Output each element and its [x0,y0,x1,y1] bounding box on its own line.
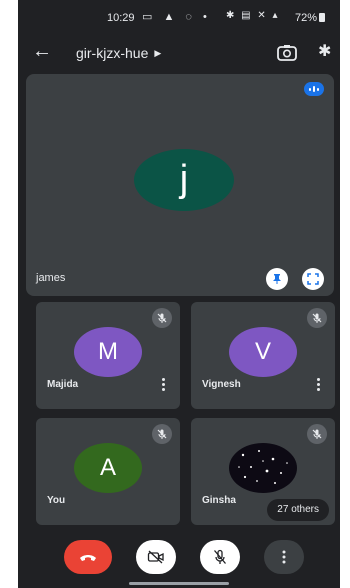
participant-avatar: V [229,327,297,377]
participant-tile-vignesh[interactable]: V Vignesh [191,302,335,409]
end-call-button[interactable] [64,540,112,574]
participant-tile-majida[interactable]: M Majida [36,302,180,409]
meeting-code-button[interactable]: gir-kjzx-hue ▶ [76,45,161,61]
participant-photo [229,443,297,493]
caret-right-icon: ▶ [154,48,162,58]
participant-name: Majida [47,379,79,390]
top-app-bar: ← gir-kjzx-hue ▶ ✱ [18,36,340,72]
status-time: 10:29 [107,12,135,24]
main-avatar: j [134,149,234,211]
fullscreen-icon [307,273,319,285]
fullscreen-button[interactable] [302,268,324,290]
participant-name: You [47,495,66,506]
more-vert-icon[interactable] [158,377,168,391]
camera-switch-icon[interactable] [276,42,298,64]
audio-level-icon [304,82,324,96]
participant-tile-others[interactable]: Ginsha 27 others [191,418,335,525]
participant-avatar: M [74,327,142,377]
mic-muted-icon [307,308,327,328]
system-icons: ✱ ▤ ✕ ▴ [226,10,280,21]
home-indicator [129,582,229,585]
camera-off-icon [147,550,164,564]
bluetooth-icon[interactable]: ✱ [318,41,331,61]
battery-indicator: 72% [295,12,326,24]
status-bar: 10:29 ▭ ▲ ◌ • ✱ ▤ ✕ ▴ 72% [18,0,340,34]
more-vert-icon[interactable] [313,377,323,391]
more-options-button[interactable] [264,540,304,574]
mic-muted-icon [152,424,172,444]
mic-muted-icon [307,424,327,444]
end-call-icon [80,555,96,561]
more-vert-icon [282,550,286,564]
main-participant-name: james [36,272,66,284]
battery-percent: 72% [295,12,318,24]
participant-tile-you[interactable]: A You [36,418,180,525]
camera-off-button[interactable] [136,540,176,574]
call-controls [18,538,340,578]
participant-name: Vignesh [202,379,241,390]
participant-avatar: A [74,443,142,493]
participant-name: Ginsha [202,495,236,506]
meeting-code: gir-kjzx-hue [76,45,149,61]
mic-muted-icon [152,308,172,328]
back-arrow-icon[interactable]: ← [32,40,52,63]
main-speaker-tile[interactable]: j james [26,74,334,296]
pin-icon [273,274,281,284]
battery-icon [319,13,326,22]
others-count-badge[interactable]: 27 others [267,499,329,521]
pin-button[interactable] [266,268,288,290]
mic-off-button[interactable] [200,540,240,574]
meet-screen: 10:29 ▭ ▲ ◌ • ✱ ▤ ✕ ▴ 72% ← gir-kjzx-hue… [18,0,340,588]
notification-icons: ▭ ▲ ◌ • [142,11,211,23]
mic-off-icon [214,549,226,564]
